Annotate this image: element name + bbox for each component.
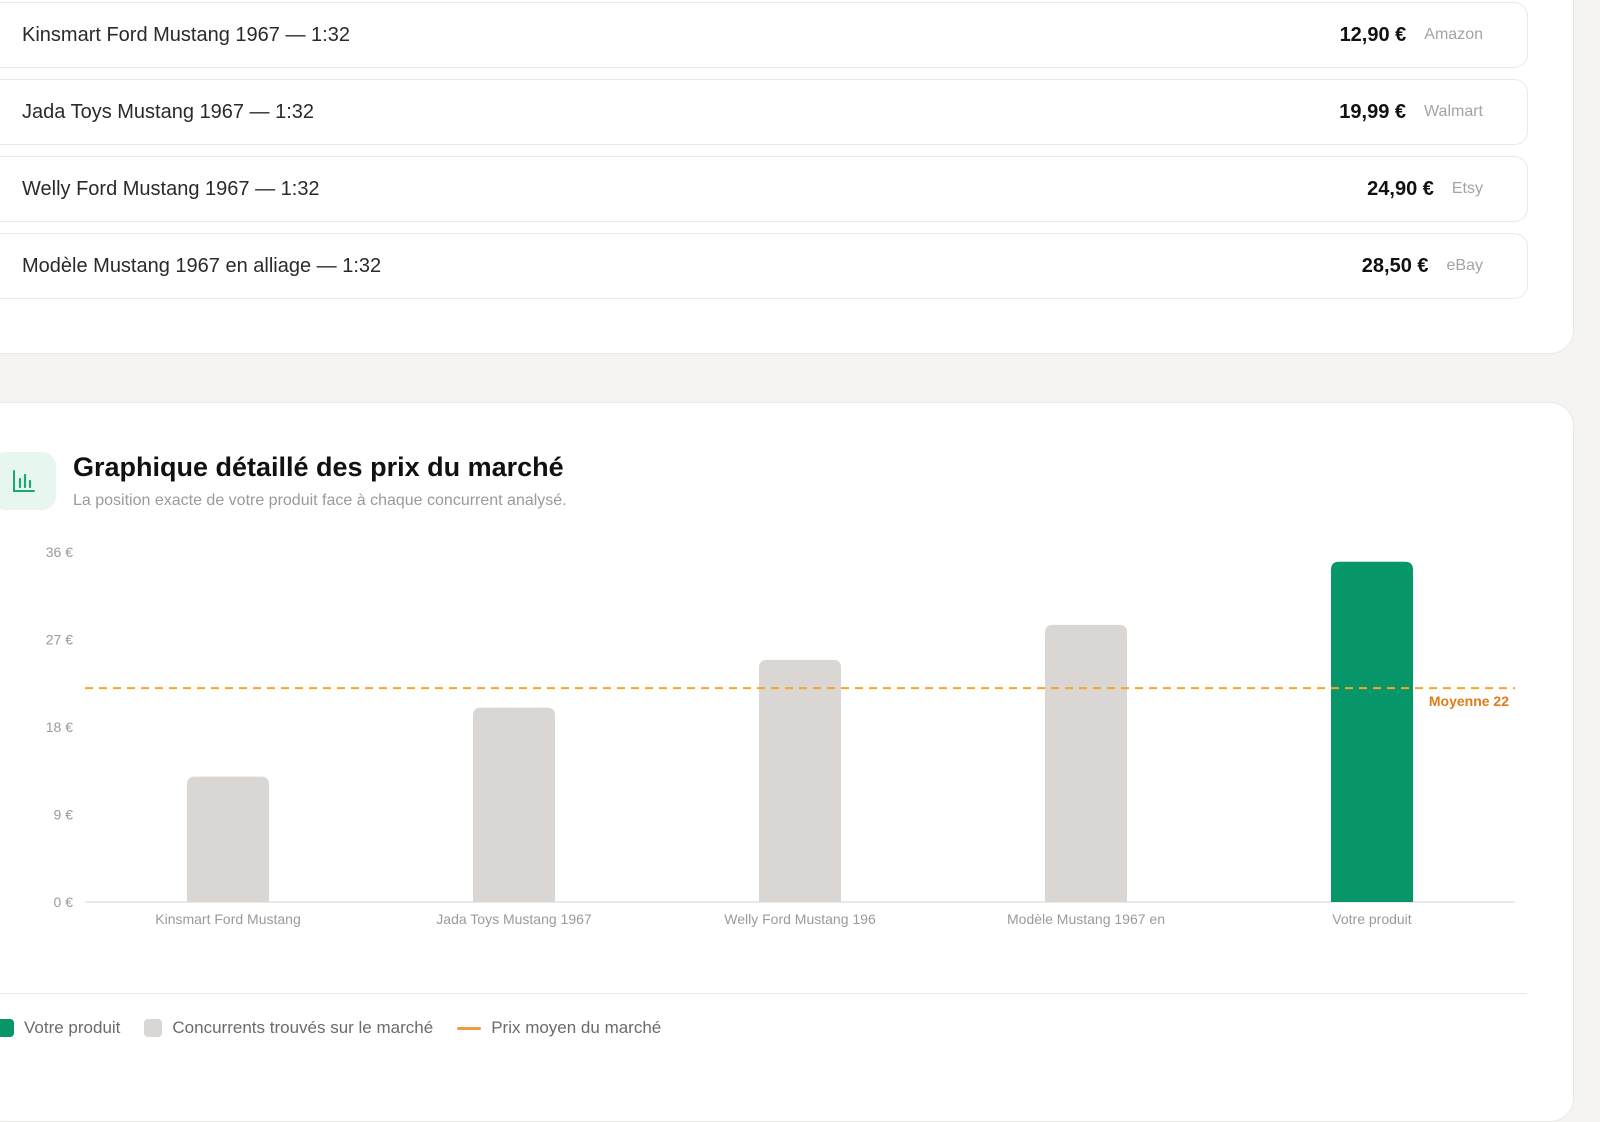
x-tick-label: Jada Toys Mustang 1967 [436,911,592,927]
legend-swatch-average [457,1026,482,1030]
average-label: Moyenne 22 [1429,693,1509,709]
legend-label-product: Votre produit [24,1018,121,1037]
legend-item-competitors: Concurrents trouvés sur le marché [144,1018,433,1038]
bar-competitor [187,776,269,902]
bar-competitor [759,659,841,902]
offer-vendor: Amazon [1424,26,1483,43]
y-tick-label: 27 € [46,632,73,648]
x-tick-label: Kinsmart Ford Mustang [155,911,301,927]
divider [0,993,1527,994]
x-tick-label: Modèle Mustang 1967 en [1007,911,1165,927]
y-tick-label: 0 € [54,894,74,910]
offer-vendor: Etsy [1451,180,1483,197]
offer-row[interactable]: Jada Toys Mustang 1967 — 1:32 19,99 € Wa… [0,79,1528,145]
legend-item-average: Prix moyen du marché [457,1018,661,1038]
bar-competitor [1045,624,1127,902]
chart-title: Graphique détaillé des prix du marché [73,452,564,482]
x-tick-label: Votre produit [1332,911,1411,927]
y-tick-label: 18 € [46,719,73,735]
price-bar-chart: 0 € 9 € 18 € 27 € 36 € Kinsmart Ford Mustang J… [46,544,1515,927]
y-tick-label: 9 € [54,807,74,823]
bar-chart-icon [0,452,56,510]
chart-subtitle: La position exacte de votre produit face… [73,492,567,509]
offer-row[interactable]: Welly Ford Mustang 1967 — 1:32 24,90 € E… [0,156,1528,222]
offer-price: 19,99 € [1339,100,1407,123]
offer-name: Jada Toys Mustang 1967 — 1:32 [22,100,315,123]
offer-price: 28,50 € [1361,254,1429,277]
offer-price: 12,90 € [1339,23,1407,46]
offer-name: Modèle Mustang 1967 en alliage — 1:32 [22,254,382,277]
x-tick-label: Welly Ford Mustang 196 [724,911,876,927]
chart-legend: Votre produit Concurrents trouvés sur le… [0,1018,685,1038]
legend-swatch-competitors [144,1019,163,1037]
legend-swatch-product [0,1019,14,1037]
offer-row[interactable]: Kinsmart Ford Mustang 1967 — 1:32 12,90 … [0,2,1528,68]
legend-label-competitors: Concurrents trouvés sur le marché [172,1018,434,1037]
legend-item-product: Votre produit [0,1018,120,1038]
offer-row[interactable]: Modèle Mustang 1967 en alliage — 1:32 28… [0,233,1528,299]
offer-vendor: Walmart [1424,103,1483,120]
offer-vendor: eBay [1446,257,1483,274]
y-tick-label: 36 € [46,544,73,560]
offer-name: Kinsmart Ford Mustang 1967 — 1:32 [22,23,350,46]
offer-price: 24,90 € [1367,177,1434,200]
offer-name: Welly Ford Mustang 1967 — 1:32 [22,177,320,200]
bar-competitor [473,707,555,902]
bar-product [1331,561,1413,902]
legend-label-average: Prix moyen du marché [491,1018,662,1037]
